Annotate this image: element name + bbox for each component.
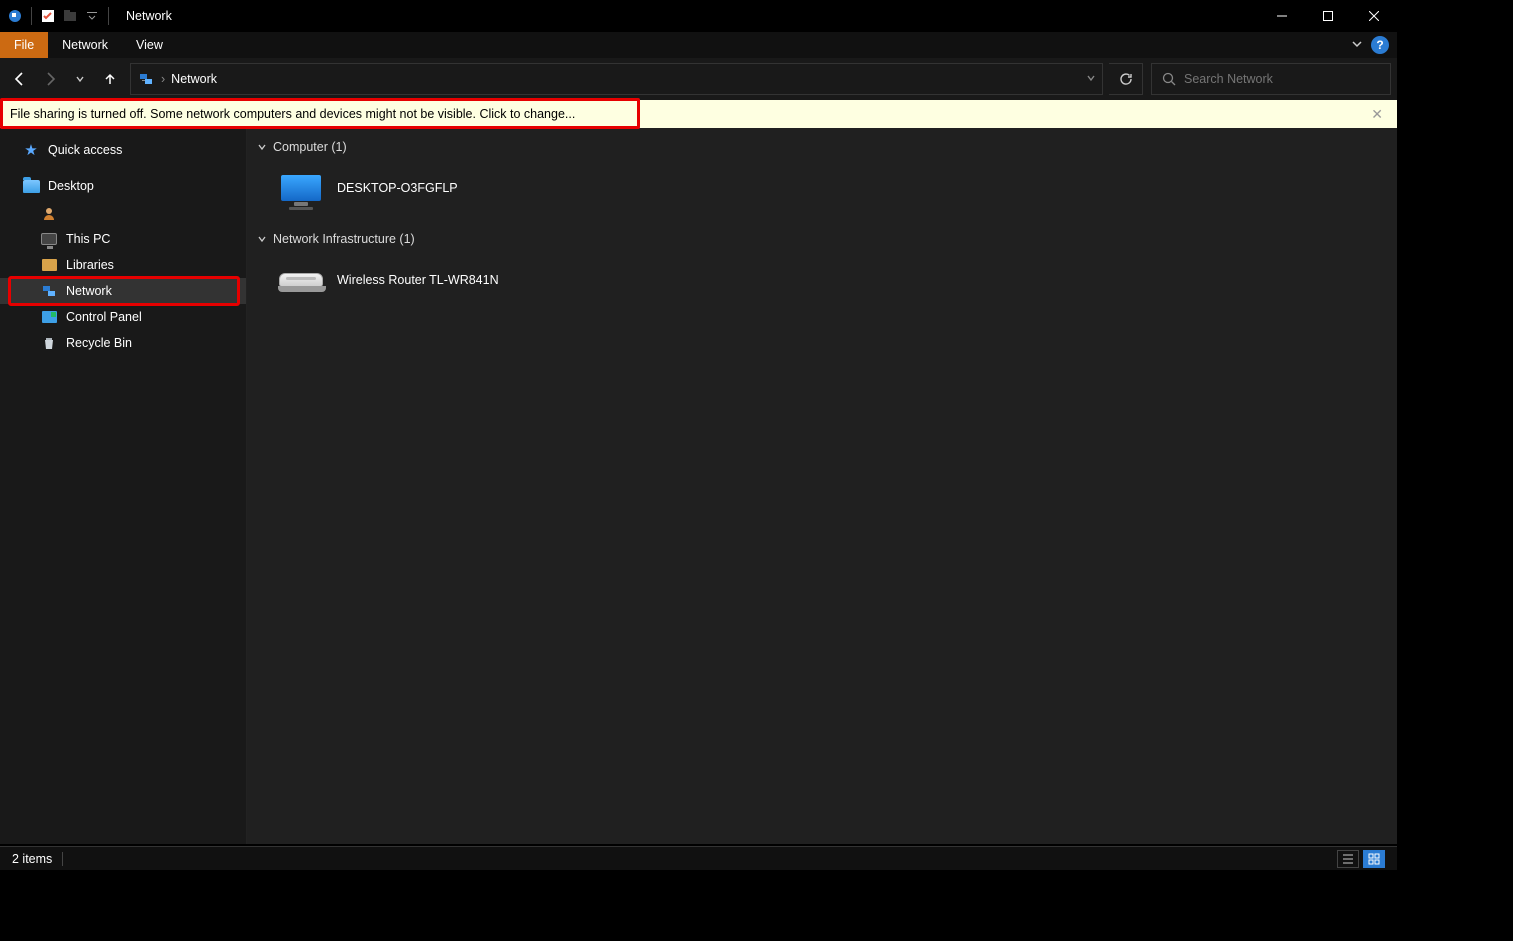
- group-header-infrastructure[interactable]: Network Infrastructure (1): [257, 226, 1387, 252]
- maximize-button[interactable]: [1305, 0, 1351, 32]
- sidebar-item-label: Desktop: [48, 179, 94, 193]
- router-icon: [277, 260, 325, 300]
- sidebar-item-label: [66, 206, 69, 220]
- app-icon: [6, 7, 24, 25]
- sidebar-item-desktop[interactable]: Desktop: [0, 172, 246, 200]
- sidebar-item-label: Libraries: [66, 258, 114, 272]
- star-icon: ★: [22, 141, 40, 159]
- recent-locations-button[interactable]: [66, 63, 94, 95]
- close-button[interactable]: [1351, 0, 1397, 32]
- infobar-close-icon[interactable]: ✕: [1367, 106, 1387, 123]
- qat-customize-icon[interactable]: [83, 7, 101, 25]
- address-history-icon[interactable]: [1086, 72, 1096, 86]
- view-large-icons-button[interactable]: [1363, 850, 1385, 868]
- back-button[interactable]: [6, 63, 34, 95]
- computer-icon: [277, 168, 325, 208]
- group-title: Computer (1): [273, 140, 347, 154]
- infobar[interactable]: File sharing is turned off. Some network…: [0, 100, 1397, 128]
- navbar: › Network: [0, 58, 1397, 100]
- statusbar: 2 items: [0, 846, 1397, 870]
- control-panel-icon: [40, 308, 58, 326]
- network-icon: [137, 70, 155, 88]
- address-bar[interactable]: › Network: [130, 63, 1103, 95]
- sidebar-item-user[interactable]: [0, 200, 246, 226]
- group-title: Network Infrastructure (1): [273, 232, 415, 246]
- item-computer[interactable]: DESKTOP-O3FGFLP: [271, 164, 541, 212]
- sidebar-item-network[interactable]: Network: [0, 278, 246, 304]
- breadcrumb-network[interactable]: Network: [171, 72, 217, 86]
- qat-properties-icon[interactable]: [39, 7, 57, 25]
- libraries-icon: [40, 256, 58, 274]
- sidebar-item-label: Recycle Bin: [66, 336, 132, 350]
- sidebar-item-label: Quick access: [48, 143, 122, 157]
- group-header-computer[interactable]: Computer (1): [257, 134, 1387, 160]
- titlebar: Network: [0, 0, 1397, 32]
- qat-newfolder-icon[interactable]: [61, 7, 79, 25]
- item-label: Wireless Router TL-WR841N: [337, 273, 499, 287]
- up-button[interactable]: [96, 63, 124, 95]
- network-icon: [40, 282, 58, 300]
- sidebar-item-control-panel[interactable]: Control Panel: [0, 304, 246, 330]
- chevron-down-icon: [257, 142, 267, 152]
- sidebar-item-libraries[interactable]: Libraries: [0, 252, 246, 278]
- forward-button[interactable]: [36, 63, 64, 95]
- tab-file[interactable]: File: [0, 32, 48, 58]
- refresh-button[interactable]: [1109, 63, 1143, 95]
- status-item-count: 2 items: [12, 852, 52, 866]
- search-input[interactable]: [1184, 72, 1380, 86]
- navigation-pane: ★ Quick access Desktop This PC Libraries…: [0, 128, 247, 844]
- sidebar-item-label: This PC: [66, 232, 110, 246]
- help-icon[interactable]: ?: [1371, 36, 1389, 54]
- recycle-bin-icon: [40, 334, 58, 352]
- item-router[interactable]: Wireless Router TL-WR841N: [271, 256, 541, 304]
- breadcrumb-sep: ›: [161, 72, 165, 86]
- infobar-message: File sharing is turned off. Some network…: [10, 107, 575, 121]
- user-icon: [40, 204, 58, 222]
- sidebar-item-this-pc[interactable]: This PC: [0, 226, 246, 252]
- content-pane: Computer (1) DESKTOP-O3FGFLP Network Inf…: [247, 128, 1397, 844]
- view-details-button[interactable]: [1337, 850, 1359, 868]
- search-box[interactable]: [1151, 63, 1391, 95]
- sidebar-item-label: Network: [66, 284, 112, 298]
- this-pc-icon: [40, 230, 58, 248]
- window-title: Network: [126, 9, 172, 23]
- desktop-icon: [22, 177, 40, 195]
- tab-network[interactable]: Network: [48, 32, 122, 58]
- chevron-down-icon: [257, 234, 267, 244]
- ribbon-minimize-icon[interactable]: [1351, 38, 1363, 53]
- sidebar-item-label: Control Panel: [66, 310, 142, 324]
- minimize-button[interactable]: [1259, 0, 1305, 32]
- sidebar-item-quick-access[interactable]: ★ Quick access: [0, 136, 246, 164]
- ribbon-tabs: File Network View ?: [0, 32, 1397, 58]
- item-label: DESKTOP-O3FGFLP: [337, 181, 458, 195]
- sidebar-item-recycle-bin[interactable]: Recycle Bin: [0, 330, 246, 356]
- tab-view[interactable]: View: [122, 32, 177, 58]
